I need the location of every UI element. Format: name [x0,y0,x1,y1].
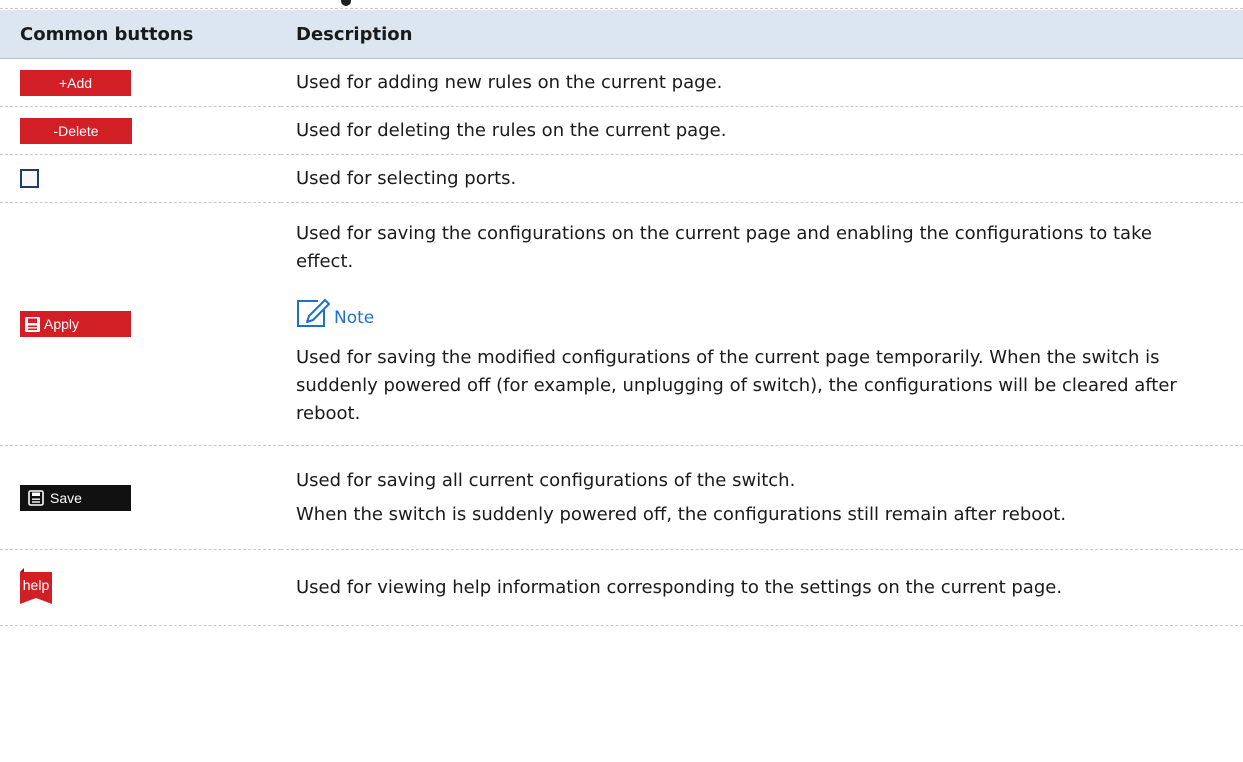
button-cell [0,154,281,203]
table-row-apply: Apply Used for saving the configurations… [0,202,1243,446]
description-cell: Used for saving all current configuratio… [281,445,1243,550]
delete-button[interactable]: -Delete [20,117,132,144]
help-description: Used for viewing help information corres… [296,576,1063,598]
help-tab-icon[interactable]: help [20,567,52,608]
help-tab-label: help [23,577,50,593]
column-header-common-buttons: Common buttons [0,10,281,59]
save-floppy-icon [28,489,44,506]
column-header-description: Description [281,10,1243,59]
description-cell: Used for adding new rules on the current… [281,58,1243,107]
button-cell: Save [0,445,281,550]
add-description: Used for adding new rules on the current… [296,71,723,93]
table-row-help: help Used for viewing help information c… [0,549,1243,626]
note-label: Note [334,308,375,328]
note-heading: Note [296,298,1203,328]
button-cell: +Add [0,58,281,107]
add-button-label: +Add [58,74,93,91]
description-cell: Used for deleting the rules on the curre… [281,106,1243,155]
save-button[interactable]: Save [20,484,131,511]
clipped-heading-glyph [341,0,351,6]
port-select-checkbox[interactable] [20,169,39,188]
button-cell: help [0,549,281,626]
add-button[interactable]: +Add [20,69,131,96]
top-dashed-rule [0,8,1243,9]
table-row-checkbox: Used for selecting ports. [0,154,1243,203]
apply-description: Used for saving the configurations on th… [296,223,1152,272]
description-cell: Used for viewing help information corres… [281,549,1243,626]
table-row-delete: -Delete Used for deleting the rules on t… [0,106,1243,155]
save-description-extra: When the switch is suddenly powered off,… [296,503,1067,525]
apply-note-text: Used for saving the modified configurati… [296,347,1177,424]
checkbox-description: Used for selecting ports. [296,167,517,189]
table-row-add: +Add Used for adding new rules on the cu… [0,58,1243,107]
common-buttons-table: Common buttons Description +Add Used for… [0,10,1243,626]
button-cell: -Delete [0,106,281,155]
edit-note-icon [297,299,330,327]
table-header-row: Common buttons Description [0,10,1243,59]
save-description: Used for saving all current configuratio… [296,469,796,491]
delete-button-label: -Delete [53,122,99,139]
save-button-label: Save [50,489,82,506]
description-cell: Used for saving the configurations on th… [281,202,1243,446]
delete-description: Used for deleting the rules on the curre… [296,119,727,141]
apply-button-label: Apply [44,316,80,332]
description-cell: Used for selecting ports. [281,154,1243,203]
apply-button[interactable]: Apply [20,311,131,337]
table-row-save: Save Used for saving all current configu… [0,445,1243,550]
button-cell: Apply [0,202,281,446]
save-floppy-icon [25,316,40,332]
